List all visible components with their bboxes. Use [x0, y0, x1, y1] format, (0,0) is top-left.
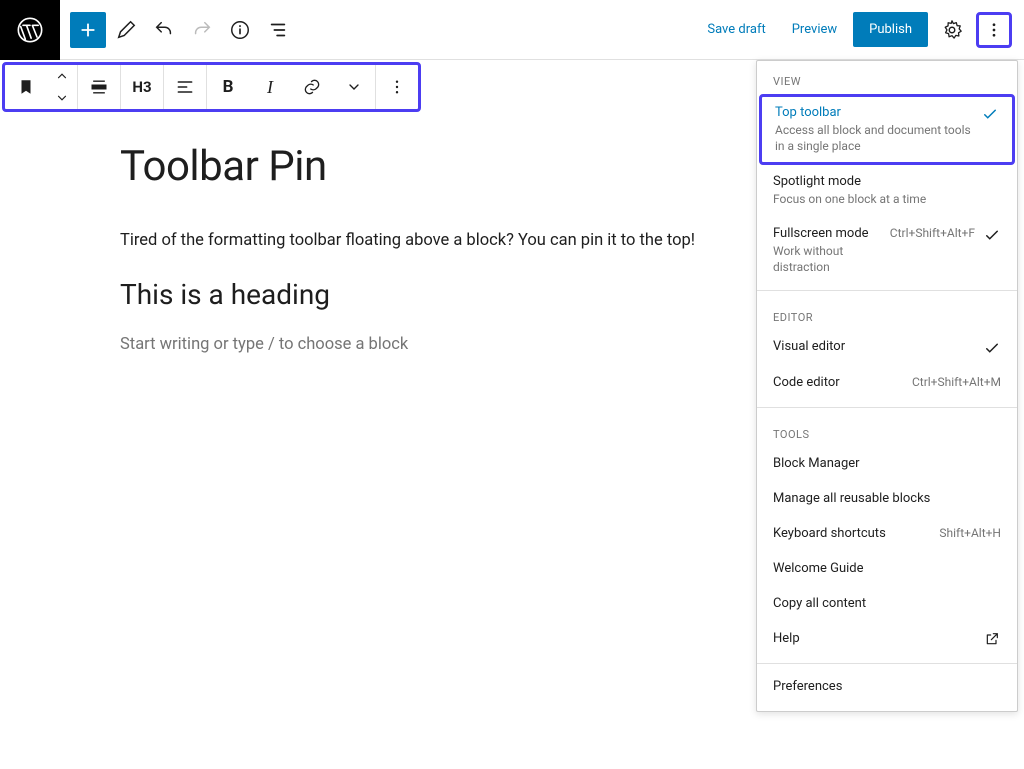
menu-item-title: Preferences	[773, 679, 1001, 694]
menu-item-keyboard-shortcuts[interactable]: Keyboard shortcuts Shift+Alt+H	[757, 517, 1017, 552]
more-rich-text-button[interactable]	[333, 65, 375, 109]
options-menu-button[interactable]	[976, 12, 1012, 48]
section-label-view: View	[757, 61, 1017, 94]
menu-item-title: Code editor	[773, 375, 904, 390]
publish-button[interactable]: Publish	[853, 12, 928, 47]
menu-item-title: Fullscreen mode	[773, 226, 882, 241]
section-label-editor: Editor	[757, 297, 1017, 330]
move-up-button[interactable]	[47, 65, 77, 87]
text-align-button[interactable]	[164, 65, 206, 109]
menu-item-title: Visual editor	[773, 339, 975, 354]
settings-button[interactable]	[934, 12, 970, 48]
menu-item-help[interactable]: Help	[757, 622, 1017, 657]
gear-icon	[941, 19, 963, 41]
header-left-tools	[60, 12, 296, 48]
menu-item-reusable-blocks[interactable]: Manage all reusable blocks	[757, 482, 1017, 517]
chevron-down-icon	[55, 91, 69, 105]
undo-button[interactable]	[146, 12, 182, 48]
block-toolbar: H3 B I	[2, 62, 421, 112]
bold-button[interactable]: B	[207, 65, 249, 109]
save-draft-link[interactable]: Save draft	[697, 14, 775, 45]
chevron-down-icon	[346, 79, 362, 95]
menu-item-copy-all[interactable]: Copy all content	[757, 587, 1017, 622]
block-bookmark-button[interactable]	[5, 65, 47, 109]
more-vertical-icon	[985, 21, 1003, 39]
menu-item-welcome-guide[interactable]: Welcome Guide	[757, 552, 1017, 587]
section-label-tools: Tools	[757, 414, 1017, 447]
menu-item-desc: Focus on one block at a time	[773, 191, 1001, 207]
menu-item-desc: Work without distraction	[773, 243, 882, 275]
menu-item-top-toolbar[interactable]: Top toolbar Access all block and documen…	[759, 94, 1015, 165]
menu-item-title: Block Manager	[773, 456, 1001, 471]
menu-item-spotlight[interactable]: Spotlight mode Focus on one block at a t…	[757, 165, 1017, 216]
align-full-icon	[89, 77, 109, 97]
menu-item-title: Top toolbar	[775, 105, 973, 120]
wordpress-icon	[16, 16, 44, 44]
heading-level-button[interactable]: H3	[121, 65, 163, 109]
redo-icon	[191, 19, 213, 41]
menu-divider	[757, 407, 1017, 408]
link-icon	[302, 77, 322, 97]
align-wide-button[interactable]	[78, 65, 120, 109]
menu-item-title: Spotlight mode	[773, 174, 1001, 189]
menu-item-title: Keyboard shortcuts	[773, 526, 931, 541]
wp-logo-button[interactable]	[0, 0, 60, 60]
outline-button[interactable]	[260, 12, 296, 48]
menu-item-desc: Access all block and document tools in a…	[775, 122, 973, 154]
more-vertical-icon	[388, 78, 406, 96]
redo-button[interactable]	[184, 12, 220, 48]
preview-link[interactable]: Preview	[782, 14, 847, 45]
check-icon	[981, 105, 999, 123]
header-right-tools: Save draft Preview Publish	[697, 12, 1016, 48]
bookmark-icon	[17, 78, 35, 96]
menu-item-block-manager[interactable]: Block Manager	[757, 447, 1017, 482]
check-icon	[983, 226, 1001, 244]
tools-select-button[interactable]	[108, 12, 144, 48]
menu-item-title: Welcome Guide	[773, 561, 1001, 576]
check-icon	[983, 339, 1001, 357]
external-link-icon	[983, 631, 1001, 647]
menu-item-shortcut: Shift+Alt+H	[939, 526, 1001, 540]
menu-divider	[757, 290, 1017, 291]
menu-item-title: Copy all content	[773, 596, 1001, 611]
menu-divider	[757, 663, 1017, 664]
list-outline-icon	[267, 19, 289, 41]
info-icon	[229, 19, 251, 41]
plus-icon	[77, 19, 99, 41]
link-button[interactable]	[291, 65, 333, 109]
add-block-button[interactable]	[70, 12, 106, 48]
menu-item-shortcut: Ctrl+Shift+Alt+M	[912, 375, 1001, 389]
chevron-up-icon	[55, 69, 69, 83]
move-down-button[interactable]	[47, 87, 77, 109]
menu-item-shortcut: Ctrl+Shift+Alt+F	[890, 226, 975, 240]
options-dropdown: View Top toolbar Access all block and do…	[756, 60, 1018, 712]
info-button[interactable]	[222, 12, 258, 48]
menu-item-fullscreen[interactable]: Fullscreen mode Work without distraction…	[757, 217, 1017, 284]
menu-item-code-editor[interactable]: Code editor Ctrl+Shift+Alt+M	[757, 366, 1017, 401]
editor-header: Save draft Preview Publish	[0, 0, 1024, 60]
align-left-icon	[175, 77, 195, 97]
menu-item-title: Help	[773, 631, 975, 646]
pencil-icon	[115, 19, 137, 41]
menu-item-title: Manage all reusable blocks	[773, 491, 1001, 506]
undo-icon	[153, 19, 175, 41]
paragraph-block[interactable]: Tired of the formatting toolbar floating…	[120, 231, 740, 250]
italic-button[interactable]: I	[249, 65, 291, 109]
block-more-options-button[interactable]	[376, 65, 418, 109]
menu-item-visual-editor[interactable]: Visual editor	[757, 330, 1017, 366]
menu-item-preferences[interactable]: Preferences	[757, 670, 1017, 705]
